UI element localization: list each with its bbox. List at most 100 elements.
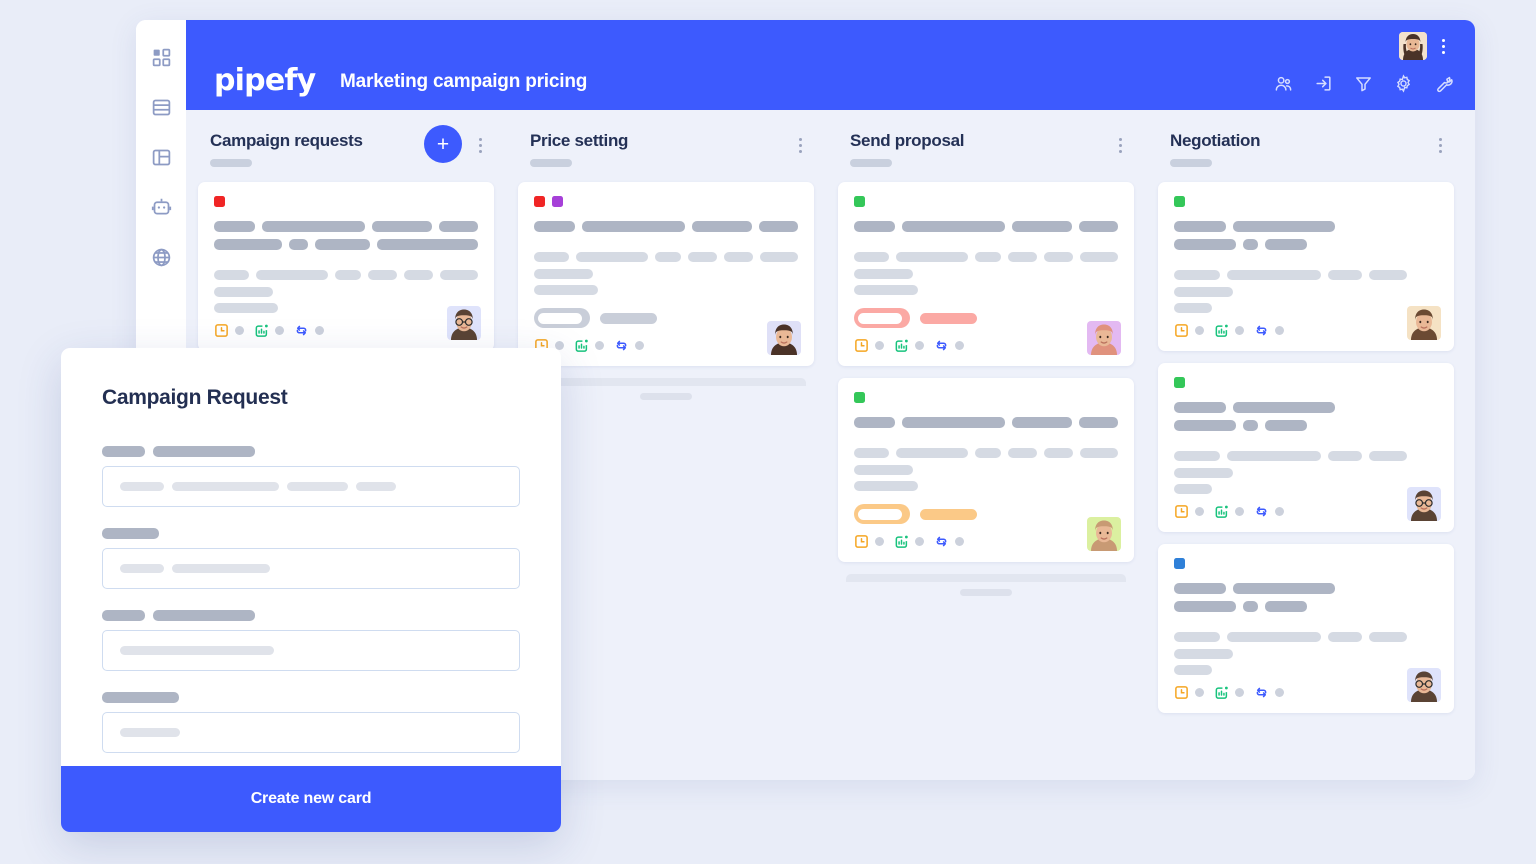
ghost-card-edge (960, 589, 1012, 596)
field-input[interactable] (102, 712, 520, 753)
chart-growth-icon[interactable] (1214, 504, 1229, 519)
gear-icon[interactable] (1394, 74, 1413, 93)
wrench-icon[interactable] (1434, 74, 1453, 93)
skeleton-bar (1328, 451, 1362, 461)
connection-flow-icon[interactable] (934, 338, 949, 353)
chart-growth-icon[interactable] (1214, 323, 1229, 338)
card-label-row (534, 308, 798, 328)
clock-due-date-icon[interactable] (1174, 504, 1189, 519)
kebab-dot (478, 149, 482, 153)
card-title-skeleton (854, 417, 1119, 428)
connection-flow-icon[interactable] (294, 323, 309, 338)
column-kebab-menu[interactable] (1432, 136, 1448, 154)
column-count-skeleton (530, 159, 572, 168)
add-card-button[interactable]: + (424, 125, 462, 163)
avatar-image (447, 306, 481, 340)
card-footer-dot (915, 537, 924, 546)
kebab-dot (478, 137, 482, 141)
field-placeholder-skeleton (287, 482, 348, 491)
clock-due-date-icon[interactable] (1174, 685, 1189, 700)
card-assignee-avatar[interactable] (1087, 517, 1121, 551)
card-assignee-avatar[interactable] (1407, 306, 1441, 340)
column-header: Campaign requests + (198, 124, 494, 182)
avatar[interactable] (1399, 32, 1427, 60)
kanban-card[interactable] (838, 378, 1134, 562)
skeleton-bar (1328, 632, 1362, 642)
card-assignee-avatar[interactable] (1407, 487, 1441, 521)
header-kebab-menu[interactable] (1435, 36, 1451, 56)
clock-due-date-icon[interactable] (1174, 323, 1189, 338)
filter-icon[interactable] (1354, 74, 1373, 93)
card-body-skeleton (1174, 303, 1438, 313)
field-label-skeleton (102, 692, 520, 703)
skeleton-bar (1369, 451, 1407, 461)
create-new-card-button[interactable]: Create new card (61, 766, 561, 832)
connection-flow-icon[interactable] (1254, 323, 1269, 338)
skeleton-bar (377, 239, 478, 250)
card-label-bar (920, 312, 977, 324)
chart-growth-icon[interactable] (254, 323, 269, 338)
connection-flow-icon[interactable] (614, 338, 629, 353)
card-body-skeleton (214, 303, 478, 313)
ghost-card-edge (640, 393, 692, 400)
sidebar-item-portal[interactable] (149, 245, 173, 269)
skeleton-bar (854, 448, 890, 458)
skeleton-bar (1078, 221, 1119, 232)
page-title: Marketing campaign pricing (340, 71, 588, 92)
chart-growth-icon[interactable] (1214, 685, 1229, 700)
chart-growth-icon[interactable] (894, 338, 909, 353)
kanban-card[interactable] (198, 182, 494, 351)
card-footer (1174, 323, 1438, 338)
skeleton-bar (534, 269, 593, 279)
sidebar-item-layout[interactable] (149, 145, 173, 169)
column-kebab-menu[interactable] (1112, 136, 1128, 154)
skeleton-bar (1233, 221, 1335, 232)
kebab-dot (1441, 44, 1445, 48)
board-column: Negotiation (1146, 124, 1466, 780)
connection-flow-icon[interactable] (934, 534, 949, 549)
chart-growth-icon[interactable] (894, 534, 909, 549)
card-footer-dot (955, 537, 964, 546)
card-assignee-avatar[interactable] (447, 306, 481, 340)
card-assignee-avatar[interactable] (1087, 321, 1121, 355)
card-title-skeleton (1174, 239, 1438, 250)
sidebar-item-automations[interactable] (149, 195, 173, 219)
field-input[interactable] (102, 630, 520, 671)
field-input[interactable] (102, 466, 520, 507)
sidebar-item-dashboard[interactable] (149, 45, 173, 69)
clock-due-date-icon[interactable] (854, 338, 869, 353)
card-label-text-skeleton (538, 312, 582, 324)
kebab-dot (1118, 137, 1122, 141)
kanban-card[interactable] (1158, 182, 1454, 351)
skeleton-bar (1328, 270, 1362, 280)
card-assignee-avatar[interactable] (767, 321, 801, 355)
kanban-card[interactable] (518, 182, 814, 366)
field-input[interactable] (102, 548, 520, 589)
card-footer-dot (635, 341, 644, 350)
column-kebab-menu[interactable] (792, 136, 808, 154)
kebab-dot (1438, 149, 1442, 153)
kanban-card[interactable] (838, 182, 1134, 366)
import-icon[interactable] (1314, 74, 1333, 93)
connection-flow-icon[interactable] (1254, 504, 1269, 519)
chart-growth-icon[interactable] (574, 338, 589, 353)
ghost-card-edge (526, 378, 806, 386)
kanban-card[interactable] (1158, 544, 1454, 713)
clock-due-date-icon[interactable] (854, 534, 869, 549)
card-assignee-avatar[interactable] (1407, 668, 1441, 702)
clock-due-date-icon[interactable] (214, 323, 229, 338)
card-body-skeleton (1174, 468, 1438, 478)
modal-form (102, 446, 520, 753)
kanban-card[interactable] (1158, 363, 1454, 532)
sidebar-item-database[interactable] (149, 95, 173, 119)
connection-flow-icon[interactable] (1254, 685, 1269, 700)
members-icon[interactable] (1274, 74, 1293, 93)
pipefy-logo[interactable]: pipefy (214, 66, 316, 96)
card-footer-dot (1275, 507, 1284, 516)
column-kebab-menu[interactable] (472, 136, 488, 154)
card-tags (1174, 377, 1438, 388)
skeleton-bar (1243, 420, 1258, 431)
card-footer-dot (1195, 507, 1204, 516)
form-field (102, 692, 520, 753)
